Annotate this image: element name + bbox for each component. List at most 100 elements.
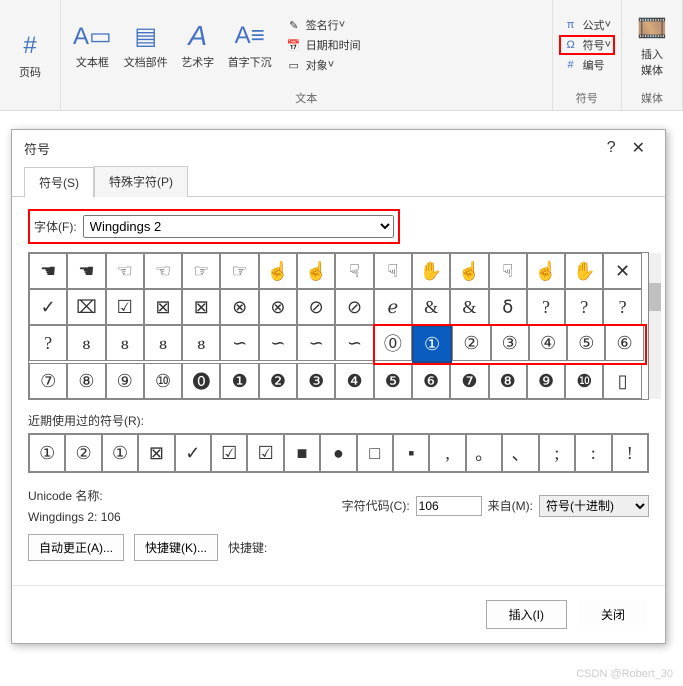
date-time-button[interactable]: 📅日期和时间 [282,36,365,54]
symbol-cell[interactable]: & [412,289,450,325]
media-button[interactable]: 🎞️插入 媒体 [628,10,676,80]
page-number-button[interactable]: #页码 [6,28,54,82]
symbol-cell[interactable]: ☚ [67,253,105,289]
help-button[interactable]: ? [599,139,624,157]
symbol-cell[interactable]: ᴕ [106,325,144,361]
recent-cell[interactable]: ✓ [175,434,211,472]
recent-cell[interactable]: □ [357,434,393,472]
symbol-button[interactable]: Ω符号 ˅ [559,35,615,55]
signature-line-button[interactable]: ✎签名行 ˅ [282,16,365,34]
recent-cell[interactable]: ▪ [393,434,429,472]
recent-cell[interactable]: ☑ [211,434,247,472]
recent-cell[interactable]: ! [612,434,648,472]
symbol-cell[interactable]: ☝ [259,253,297,289]
symbol-cell[interactable]: ❸ [297,363,335,399]
symbol-cell[interactable]: ⑥ [605,325,643,361]
symbol-cell[interactable]: ∽ [259,325,297,361]
symbol-cell[interactable]: ẟ [489,289,527,325]
recent-cell[interactable]: ■ [284,434,320,472]
tab-symbols[interactable]: 符号(S) [24,167,94,198]
recent-cell[interactable]: ⊠ [138,434,174,472]
symbol-cell[interactable]: ☑ [106,289,144,325]
symbol-cell[interactable]: ⊠ [144,289,182,325]
symbol-cell[interactable]: ⑩ [144,363,182,399]
symbol-cell[interactable]: ❶ [220,363,258,399]
symbol-cell[interactable]: ☟ [335,253,373,289]
symbol-cell[interactable]: ✋ [565,253,603,289]
symbol-cell[interactable]: ⓪ [374,325,412,361]
close-button[interactable]: ✕ [624,138,653,158]
symbol-cell[interactable]: ❻ [412,363,450,399]
recent-cell[interactable]: 、 [502,434,538,472]
symbol-cell[interactable]: ⑤ [567,325,605,361]
symbol-cell[interactable]: ✋ [412,253,450,289]
symbol-cell[interactable]: ❺ [374,363,412,399]
recent-cell[interactable]: ② [65,434,101,472]
numbering-button[interactable]: #编号 [559,56,615,74]
symbol-cell[interactable]: ☜ [106,253,144,289]
close-dialog-button[interactable]: 关闭 [579,600,647,629]
symbol-cell[interactable]: ① [412,325,452,363]
charcode-input[interactable] [416,496,482,516]
symbol-cell[interactable]: ④ [529,325,567,361]
autocorrect-button[interactable]: 自动更正(A)... [28,534,124,561]
symbol-cell[interactable]: ☝ [527,253,565,289]
tab-special-chars[interactable]: 特殊字符(P) [94,166,188,197]
symbol-cell[interactable]: ❼ [450,363,488,399]
textbox-button[interactable]: A▭文本框 [67,18,118,72]
symbol-cell[interactable]: ⑧ [67,363,105,399]
symbol-cell[interactable]: ⊠ [182,289,220,325]
symbol-cell[interactable]: ② [452,325,490,361]
recent-cell[interactable]: : [575,434,611,472]
symbol-cell[interactable]: ∽ [335,325,373,361]
symbol-cell[interactable]: ☝ [297,253,335,289]
recent-cell[interactable]: ; [539,434,575,472]
symbol-cell[interactable]: ❾ [527,363,565,399]
symbol-cell[interactable]: ⑦ [29,363,67,399]
recent-cell[interactable]: , [429,434,465,472]
insert-button[interactable]: 插入(I) [486,600,567,629]
wordart-button[interactable]: A艺术字 [174,18,222,72]
symbol-cell[interactable]: ☚ [29,253,67,289]
recent-cell[interactable]: 。 [466,434,502,472]
symbol-cell[interactable]: ⑨ [106,363,144,399]
dropcap-button[interactable]: A≡首字下沉 [222,18,278,72]
font-select[interactable]: Wingdings 2 [83,215,394,238]
symbol-cell[interactable]: ☞ [182,253,220,289]
docparts-button[interactable]: ▤文档部件 [118,18,174,72]
symbol-cell[interactable]: ☝ [450,253,488,289]
symbol-cell[interactable]: ③ [491,325,529,361]
symbol-cell[interactable]: ⊘ [297,289,335,325]
symbol-cell[interactable]: ❿ [565,363,603,399]
from-select[interactable]: 符号(十进制) [539,495,649,517]
equation-button[interactable]: π公式 ˅ [559,16,615,34]
recent-cell[interactable]: ① [29,434,65,472]
symbol-cell[interactable]: & [450,289,488,325]
symbol-cell[interactable]: ☟ [489,253,527,289]
symbol-cell[interactable]: ⓿ [182,363,220,399]
symbol-cell[interactable]: ℯ [374,289,412,325]
symbol-cell[interactable]: ? [603,289,641,325]
symbol-cell[interactable]: ✕ [603,253,641,289]
symbol-cell[interactable]: ⊘ [335,289,373,325]
recent-cell[interactable]: ① [102,434,138,472]
symbol-cell[interactable]: ᴕ [144,325,182,361]
symbol-cell[interactable]: ? [527,289,565,325]
symbol-cell[interactable]: ⊗ [259,289,297,325]
symbol-cell[interactable]: ∽ [220,325,258,361]
symbol-cell[interactable]: ᴕ [67,325,105,361]
symbol-cell[interactable]: ✓ [29,289,67,325]
symbol-cell[interactable]: ▯ [603,363,641,399]
symbol-cell[interactable]: ❹ [335,363,373,399]
scrollbar-thumb[interactable] [649,283,661,311]
symbol-cell[interactable]: ∽ [297,325,335,361]
object-button[interactable]: ▭对象 ˅ [282,56,365,74]
symbol-cell[interactable]: ☜ [144,253,182,289]
recent-cell[interactable]: ☑ [247,434,283,472]
symbol-cell[interactable]: ᴕ [182,325,220,361]
scrollbar-track[interactable] [649,253,661,399]
shortcut-button[interactable]: 快捷键(K)... [134,534,218,561]
symbol-cell[interactable]: ❷ [259,363,297,399]
symbol-cell[interactable]: ⌧ [67,289,105,325]
symbol-cell[interactable]: ☞ [220,253,258,289]
